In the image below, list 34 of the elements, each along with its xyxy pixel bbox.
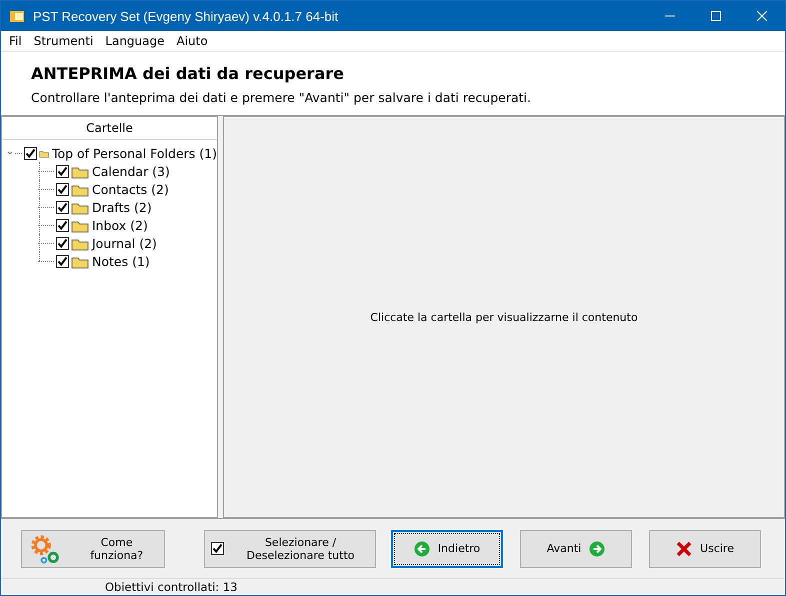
x-icon — [676, 540, 692, 556]
menu-item[interactable]: Language — [99, 34, 171, 48]
tree-item[interactable]: Inbox (2) — [92, 218, 148, 232]
close-icon — [757, 11, 767, 21]
status-text: Obiettivi controllati: 13 — [105, 580, 238, 594]
exit-button[interactable]: Uscire — [649, 530, 761, 568]
tree-item[interactable]: Calendar (3) — [92, 164, 170, 178]
tree-item[interactable]: Top of Personal Folders (1) — [52, 146, 217, 160]
tree-item[interactable]: Drafts (2) — [92, 200, 152, 214]
tree-item[interactable]: Contacts (2) — [92, 182, 169, 196]
checkbox[interactable] — [56, 236, 69, 250]
checkbox[interactable] — [56, 200, 69, 214]
checkbox[interactable] — [56, 254, 69, 268]
menu-item[interactable]: Aiuto — [170, 34, 214, 48]
select-all-button[interactable]: Selezionare / Deselezionare tutto — [204, 530, 376, 568]
checkbox[interactable] — [24, 146, 37, 160]
tree-item[interactable]: Notes (1) — [92, 254, 150, 268]
help-button[interactable]: Come funziona? — [21, 530, 165, 568]
menu-item[interactable]: Strumenti — [28, 34, 100, 48]
next-button[interactable]: Avanti — [520, 530, 632, 568]
checkbox[interactable] — [211, 542, 224, 555]
page-title: ANTEPRIMA dei dati da recuperare — [31, 64, 345, 83]
app-icon — [9, 8, 25, 24]
page-subtitle: Controllare l'anteprima dei dati e premere "Avanti" per salvare i dati recuperati. — [31, 90, 532, 105]
checkbox[interactable] — [56, 218, 69, 232]
checkbox[interactable] — [56, 164, 69, 178]
back-button[interactable]: Indietro — [391, 530, 503, 568]
column-header: Cartelle — [2, 117, 217, 140]
checkbox[interactable] — [56, 182, 69, 196]
maximize-icon — [711, 11, 721, 21]
menu-item[interactable]: Fil — [3, 34, 28, 48]
empty-message: Cliccate la cartella per visualizzarne il contenuto — [370, 310, 638, 324]
tree-item[interactable]: Journal (2) — [92, 236, 157, 250]
window-title: PST Recovery Set (Evgeny Shiryaev) v.4.0.1.7 64-bit — [33, 8, 340, 24]
